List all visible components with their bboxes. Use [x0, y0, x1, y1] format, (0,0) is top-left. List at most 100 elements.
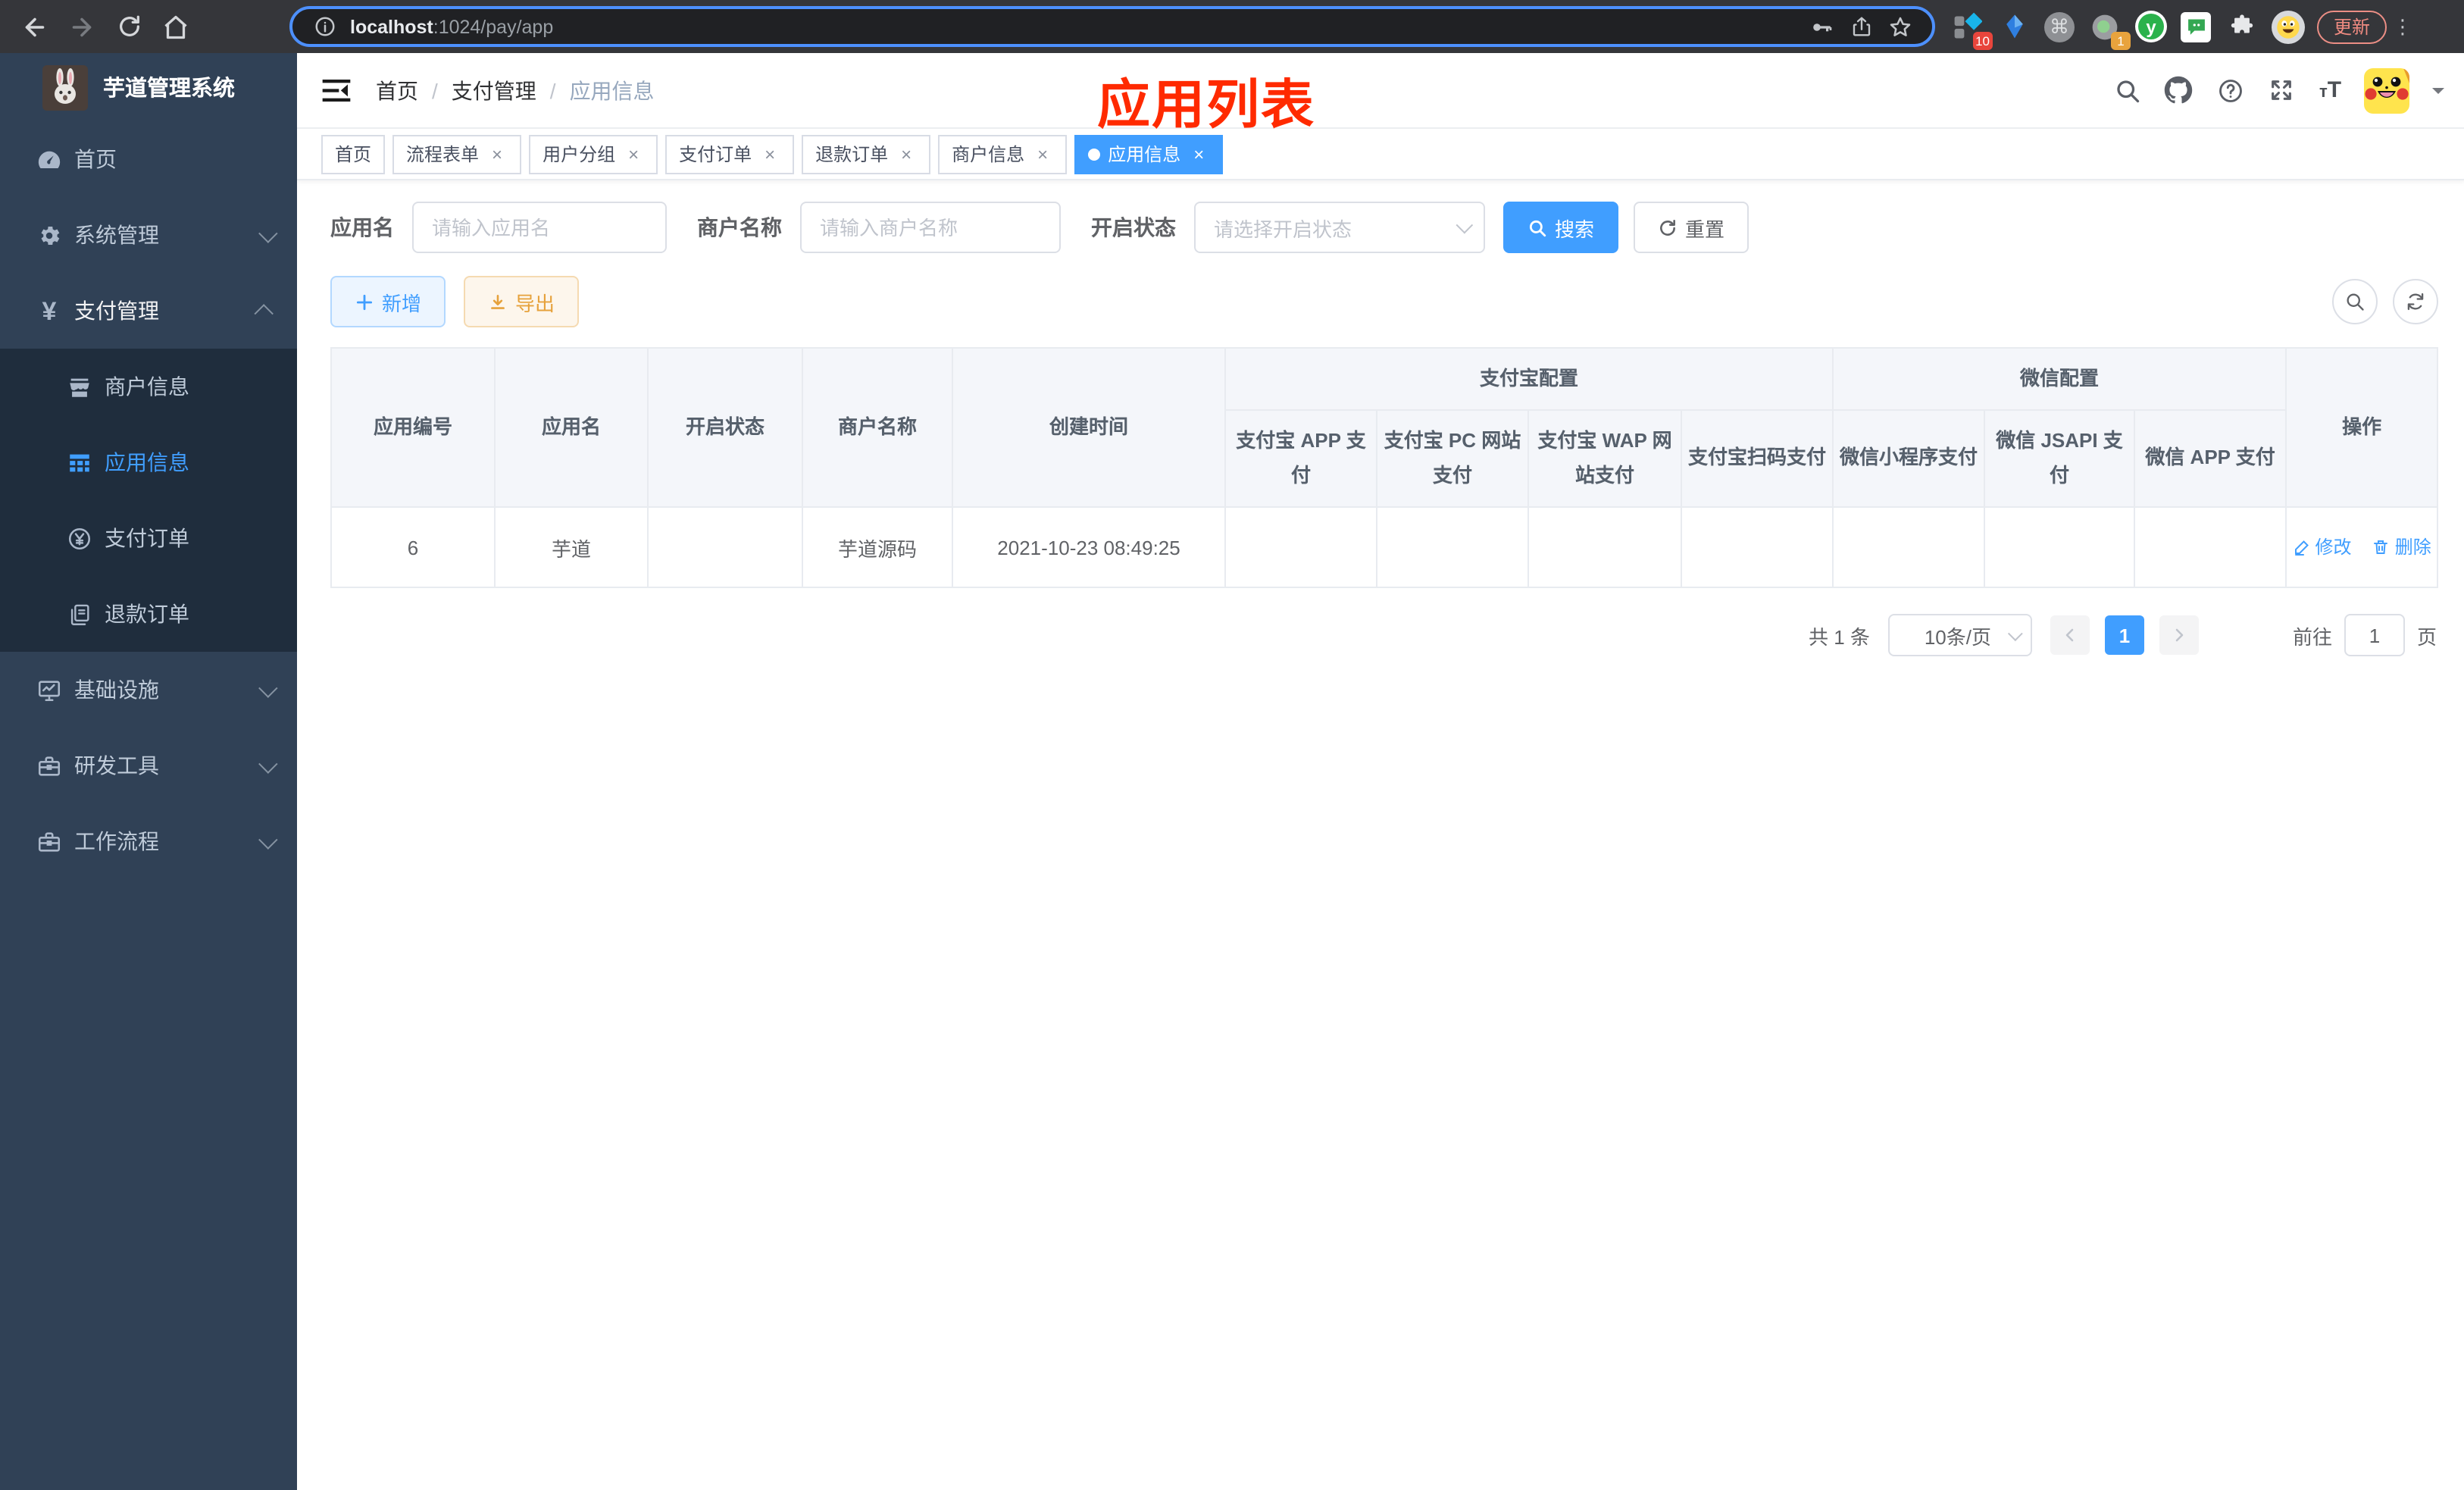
- sidebar-fold-icon[interactable]: [321, 77, 352, 104]
- caret-down-icon[interactable]: [2432, 87, 2445, 99]
- search-icon[interactable]: [2113, 76, 2142, 105]
- sidebar-item-label: 基础设施: [74, 678, 159, 702]
- export-button-label: 导出: [515, 292, 555, 315]
- page-size-select[interactable]: 10条/页: [1887, 614, 2032, 656]
- sidebar-item-app-info[interactable]: 应用信息: [0, 424, 297, 500]
- close-icon[interactable]: ×: [623, 143, 644, 164]
- sidebar-item-dev-tools[interactable]: 研发工具: [0, 728, 297, 803]
- browser-menu-kebab-icon[interactable]: ⋮: [2393, 14, 2412, 39]
- sidebar-submenu-payment: 商户信息 应用信息 支付订单 退款订单: [0, 349, 297, 652]
- back-icon[interactable]: [18, 10, 52, 43]
- merchant-name-input[interactable]: [800, 202, 1061, 253]
- url-path: :1024/pay/app: [433, 16, 554, 37]
- table-toolbar: 新增 导出: [330, 276, 2439, 327]
- sidebar-item-merchant-info[interactable]: 商户信息: [0, 349, 297, 424]
- tag-label: 流程表单: [406, 144, 480, 165]
- close-icon[interactable]: ×: [759, 143, 780, 164]
- show-search-toggle-button[interactable]: [2332, 279, 2378, 324]
- info-icon[interactable]: [311, 13, 338, 40]
- plus-icon: [355, 292, 374, 311]
- tag-label: 应用信息: [1108, 144, 1181, 165]
- pagination: 共 1 条 10条/页 1 前往 页: [330, 614, 2437, 656]
- edit-link[interactable]: 修改: [2292, 534, 2351, 560]
- sidebar-item-refund-order[interactable]: 退款订单: [0, 576, 297, 652]
- tag-refund-order[interactable]: 退款订单 ×: [802, 134, 931, 174]
- home-icon[interactable]: [159, 10, 192, 43]
- close-icon[interactable]: ×: [1032, 143, 1053, 164]
- prev-page-button[interactable]: [2050, 615, 2090, 655]
- add-button[interactable]: 新增: [330, 276, 446, 327]
- breadcrumb: 首页 / 支付管理 / 应用信息: [376, 75, 655, 105]
- delete-label: 删除: [2394, 537, 2431, 559]
- tag-home[interactable]: 首页: [321, 134, 386, 174]
- monitor-chart-icon: [38, 680, 61, 701]
- sidebar-item-infrastructure[interactable]: 基础设施: [0, 652, 297, 728]
- page-number-current[interactable]: 1: [2104, 615, 2144, 655]
- tag-process-form[interactable]: 流程表单 ×: [392, 134, 522, 174]
- refresh-table-button[interactable]: [2393, 279, 2439, 324]
- profile-emoji-avatar[interactable]: [2272, 10, 2305, 43]
- bookmark-star-icon[interactable]: [1887, 13, 1914, 40]
- search-button[interactable]: 搜索: [1503, 202, 1619, 253]
- ext-blocks-icon[interactable]: 10: [1950, 10, 1993, 49]
- sidebar-item-pay-order[interactable]: 支付订单: [0, 500, 297, 576]
- grid-table-icon: [70, 453, 89, 471]
- cell-app-name: 芋道: [494, 506, 649, 588]
- tag-app-info-active[interactable]: 应用信息 ×: [1074, 134, 1224, 174]
- share-icon[interactable]: [1847, 13, 1875, 40]
- export-button[interactable]: 导出: [464, 276, 580, 327]
- forward-icon[interactable]: [65, 10, 98, 43]
- url-host: localhost: [350, 16, 433, 37]
- status-select[interactable]: 请选择开启状态: [1194, 202, 1485, 253]
- page-title-annotation: 应用列表: [1097, 76, 1316, 135]
- ext-command-icon[interactable]: ⌘: [2044, 11, 2075, 42]
- sidebar-item-label: 退款订单: [105, 602, 189, 626]
- address-bar[interactable]: localhost:1024/pay/app: [289, 6, 1935, 47]
- font-size-icon[interactable]: тT: [2319, 79, 2341, 102]
- url-text[interactable]: localhost:1024/pay/app: [350, 16, 553, 37]
- extensions-puzzle-icon[interactable]: [2225, 10, 2258, 43]
- toolbox-icon: [38, 831, 61, 851]
- github-icon[interactable]: [2165, 76, 2194, 105]
- app-title: 芋道管理系统: [103, 77, 235, 102]
- reload-icon[interactable]: [112, 10, 145, 43]
- close-icon[interactable]: ×: [1188, 143, 1209, 164]
- sidebar-item-workflow[interactable]: 工作流程: [0, 803, 297, 879]
- next-page-button[interactable]: [2159, 615, 2199, 655]
- ext-youdao-icon[interactable]: y: [2135, 11, 2167, 42]
- ext-camera-icon[interactable]: 1: [2088, 10, 2131, 49]
- goto-page-input[interactable]: [2344, 614, 2405, 656]
- sidebar-item-system[interactable]: 系统管理: [0, 197, 297, 273]
- ext-kite-icon[interactable]: [1997, 10, 2031, 43]
- tag-pay-order[interactable]: 支付订单 ×: [665, 134, 795, 174]
- chrome-update-button[interactable]: 更新: [2317, 10, 2387, 43]
- ext-chat-icon[interactable]: [2181, 11, 2211, 42]
- user-avatar[interactable]: [2364, 67, 2410, 113]
- trash-icon: [2372, 538, 2391, 556]
- screen: localhost:1024/pay/app 10 ⌘ 1 y 更新 ⋮ 芋道管…: [0, 0, 2464, 1490]
- tag-merchant-info[interactable]: 商户信息 ×: [938, 134, 1068, 174]
- goto-label: 前往: [2292, 625, 2332, 648]
- font-small-glyph: т: [2319, 83, 2328, 102]
- reset-button[interactable]: 重置: [1634, 202, 1750, 253]
- fullscreen-icon[interactable]: [2268, 76, 2297, 105]
- password-key-icon[interactable]: [1808, 13, 1835, 40]
- tag-label: 用户分组: [543, 144, 616, 165]
- app-name-input[interactable]: [412, 202, 667, 253]
- sidebar-item-label: 支付管理: [74, 299, 159, 323]
- col-header-operations: 操作: [2285, 347, 2439, 508]
- help-icon[interactable]: [2216, 76, 2245, 105]
- chevron-down-icon: [2007, 625, 2023, 641]
- sidebar-logo[interactable]: 芋道管理系统: [0, 53, 297, 121]
- sidebar-item-home[interactable]: 首页: [0, 121, 297, 197]
- breadcrumb-home[interactable]: 首页: [376, 75, 418, 105]
- close-icon[interactable]: ×: [486, 143, 508, 164]
- delete-link[interactable]: 删除: [2372, 534, 2431, 560]
- sidebar-item-label: 系统管理: [74, 223, 159, 247]
- sidebar-item-payment[interactable]: ¥ 支付管理: [0, 273, 297, 349]
- breadcrumb-payment[interactable]: 支付管理: [452, 75, 536, 105]
- close-icon[interactable]: ×: [896, 143, 917, 164]
- col-header-alipay-pc: 支付宝 PC 网站支付: [1376, 409, 1529, 508]
- group-header-alipay: 支付宝配置: [1224, 347, 1834, 411]
- tag-user-group[interactable]: 用户分组 ×: [529, 134, 658, 174]
